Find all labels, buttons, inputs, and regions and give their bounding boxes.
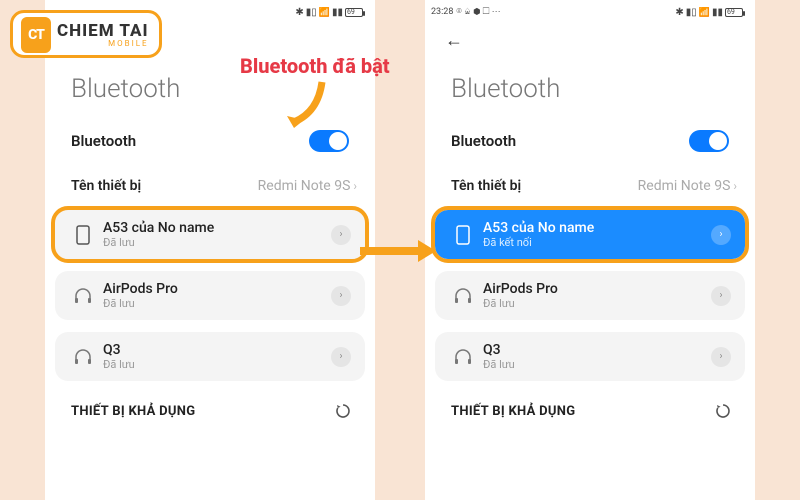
device-name: AirPods Pro — [103, 281, 331, 297]
headphones-icon — [449, 288, 477, 304]
device-status: Đã lưu — [103, 297, 331, 310]
device-more-button[interactable]: › — [331, 347, 351, 367]
device-more-button[interactable]: › — [711, 286, 731, 306]
device-name: A53 của No name — [103, 220, 331, 236]
device-name-value: Redmi Note 9S — [638, 178, 731, 194]
device-status: Đã lưu — [103, 358, 331, 371]
device-item-a53[interactable]: A53 của No nameĐã kết nối › — [435, 210, 745, 259]
status-bar: 23:28 ⌾ ♤ ⬢ ☐ ⋯ ✱ ▮▯ ▮▮ 69 — [425, 0, 755, 24]
device-more-button[interactable]: › — [331, 225, 351, 245]
back-button[interactable]: ← — [445, 30, 463, 51]
signal-icon: ▮▯ — [306, 7, 317, 18]
phone-icon — [69, 225, 97, 245]
device-name-label: Tên thiết bị — [71, 178, 141, 194]
wifi-icon — [699, 7, 710, 18]
device-status: Đã lưu — [483, 297, 711, 310]
annotation-label: Bluetooth đã bật — [240, 54, 390, 78]
device-status: Đã kết nối — [483, 236, 711, 249]
device-name: Q3 — [483, 342, 711, 358]
device-name: A53 của No name — [483, 220, 711, 236]
annotation-arrow-right-icon — [358, 238, 438, 264]
device-status: Đã lưu — [483, 358, 711, 371]
device-item-a53[interactable]: A53 của No nameĐã lưu › — [55, 210, 365, 259]
bluetooth-toggle[interactable] — [689, 130, 729, 152]
device-name-label: Tên thiết bị — [451, 178, 521, 194]
wifi-icon — [319, 7, 330, 18]
device-status: Đã lưu — [103, 236, 331, 249]
logo-sub-text: MOBILE — [57, 40, 149, 48]
device-item-q3[interactable]: Q3Đã lưu › — [435, 332, 745, 381]
device-item-airpods[interactable]: AirPods ProĐã lưu › — [435, 271, 745, 320]
refresh-button[interactable] — [331, 399, 355, 423]
signal-bars-icon: ▮▮ — [712, 7, 723, 18]
headphones-icon — [69, 349, 97, 365]
headphones-icon — [69, 288, 97, 304]
device-more-button[interactable]: › — [331, 286, 351, 306]
available-devices-label: THIẾT BỊ KHẢ DỤNG — [451, 404, 575, 419]
battery-icon: 69 — [725, 8, 743, 17]
chiemtai-logo: CT CHIEM TAI MOBILE — [10, 10, 162, 58]
phone-screen-right: 23:28 ⌾ ♤ ⬢ ☐ ⋯ ✱ ▮▯ ▮▮ 69 ← Bluetooth B… — [425, 0, 755, 500]
page-title: Bluetooth — [425, 24, 755, 122]
device-more-button[interactable]: › — [711, 347, 731, 367]
bluetooth-row-label: Bluetooth — [451, 132, 516, 150]
status-time: 23:28 — [431, 7, 453, 17]
refresh-button[interactable] — [711, 399, 735, 423]
device-name: AirPods Pro — [483, 281, 711, 297]
device-name-row[interactable]: Tên thiết bị Redmi Note 9S › — [45, 170, 375, 210]
signal-icon: ▮▯ — [686, 7, 697, 18]
logo-icon: CT — [21, 17, 51, 53]
bluetooth-status-icon: ✱ — [295, 7, 303, 18]
device-item-q3[interactable]: Q3Đã lưu › — [55, 332, 365, 381]
bluetooth-toggle[interactable] — [309, 130, 349, 152]
battery-icon: 69 — [345, 8, 363, 17]
available-devices-label: THIẾT BỊ KHẢ DỤNG — [71, 404, 195, 419]
device-name-row[interactable]: Tên thiết bị Redmi Note 9S › — [425, 170, 755, 210]
chevron-right-icon: › — [733, 179, 737, 193]
device-name-value: Redmi Note 9S — [258, 178, 351, 194]
bluetooth-status-icon: ✱ — [675, 7, 683, 18]
annotation-arrow-down-icon — [282, 78, 332, 132]
bluetooth-row-label: Bluetooth — [71, 132, 136, 150]
device-item-airpods[interactable]: AirPods ProĐã lưu › — [55, 271, 365, 320]
signal-bars-icon: ▮▮ — [332, 7, 343, 18]
phone-icon — [449, 225, 477, 245]
chevron-right-icon: › — [353, 179, 357, 193]
notification-icons: ⌾ ♤ ⬢ ☐ ⋯ — [456, 7, 500, 17]
device-name: Q3 — [103, 342, 331, 358]
device-more-button[interactable]: › — [711, 225, 731, 245]
headphones-icon — [449, 349, 477, 365]
logo-main-text: CHIEM TAI — [57, 23, 149, 40]
